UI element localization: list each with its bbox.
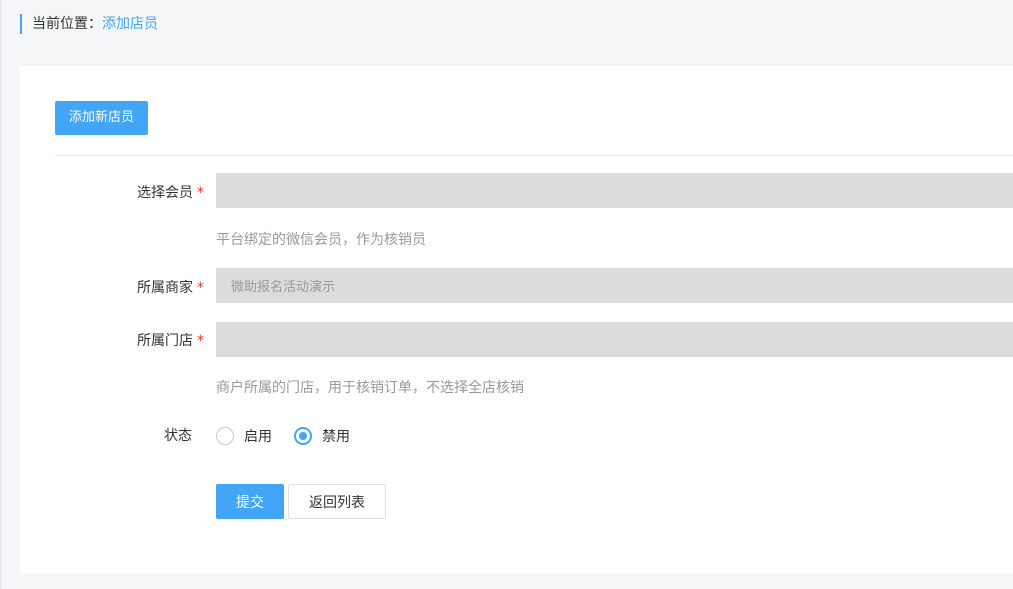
store-hint: 商户所属的门店，用于核销订单，不选择全店核销 bbox=[216, 380, 524, 396]
submit-button[interactable]: 提交 bbox=[216, 484, 284, 519]
status-label-text: 状态 bbox=[164, 428, 192, 444]
divider bbox=[55, 155, 1013, 156]
page: 当前位置：添加店员 添加新店员 选择会员 * 平台绑定的微信会员，作为核销员 所属… bbox=[0, 0, 1013, 589]
member-hint: 平台绑定的微信会员，作为核销员 bbox=[216, 232, 426, 248]
breadcrumb-label: 当前位置： bbox=[32, 16, 102, 32]
merchant-field[interactable] bbox=[216, 268, 1013, 303]
status-label: 状态 bbox=[80, 426, 192, 446]
member-label-text: 选择会员 bbox=[137, 185, 193, 201]
back-to-list-button[interactable]: 返回列表 bbox=[288, 484, 386, 519]
merchant-required-mark: * bbox=[197, 280, 204, 296]
radio-unchecked-icon[interactable] bbox=[216, 427, 234, 445]
merchant-label-text: 所属商家 bbox=[137, 280, 193, 296]
breadcrumb: 当前位置：添加店员 bbox=[20, 14, 158, 34]
breadcrumb-current[interactable]: 添加店员 bbox=[102, 16, 158, 32]
member-select-input[interactable] bbox=[216, 173, 1013, 208]
store-label: 所属门店 * bbox=[80, 331, 204, 351]
add-new-staff-button[interactable]: 添加新店员 bbox=[55, 101, 148, 135]
radio-checked-icon[interactable] bbox=[294, 427, 312, 445]
form-panel: 添加新店员 选择会员* 平台绑定的微信会员，作为核销员 所属商家* 所属门店* … bbox=[20, 66, 1013, 573]
store-select-input[interactable] bbox=[216, 322, 1013, 357]
status-radio-group: 启用 禁用 bbox=[216, 426, 372, 446]
status-option-disabled[interactable]: 禁用 bbox=[294, 426, 350, 446]
status-option-enabled[interactable]: 启用 bbox=[216, 426, 272, 446]
status-option-enabled-label: 启用 bbox=[244, 429, 272, 445]
status-option-disabled-label: 禁用 bbox=[322, 429, 350, 445]
member-label: 选择会员 * bbox=[80, 183, 204, 203]
store-required-mark: * bbox=[197, 333, 204, 349]
store-label-text: 所属门店 bbox=[137, 333, 193, 349]
left-edge-divider bbox=[0, 0, 2, 589]
member-required-mark: * bbox=[197, 185, 204, 201]
merchant-label: 所属商家 * bbox=[80, 278, 204, 298]
